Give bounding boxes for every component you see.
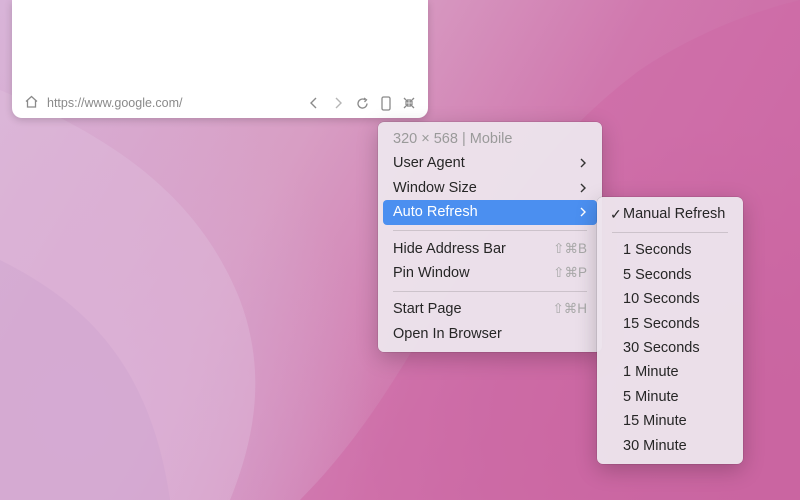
menu-separator [393, 290, 587, 292]
menu-item-hide-address-bar[interactable]: Hide Address Bar ⇧⌘B [383, 237, 597, 261]
chevron-right-icon [579, 176, 587, 200]
menu-item-auto-refresh[interactable]: Auto Refresh [383, 200, 597, 225]
menu-item-label: Hide Address Bar [393, 240, 506, 257]
menu-item-label: Auto Refresh [393, 204, 478, 221]
home-icon[interactable] [24, 94, 39, 112]
submenu-item-manual-refresh[interactable]: ✓ Manual Refresh [602, 202, 738, 226]
menu-item-window-size[interactable]: Window Size [383, 176, 597, 200]
menu-separator [612, 231, 728, 233]
submenu-item-30-minute[interactable]: 30 Minute [602, 434, 738, 458]
submenu-item-30-seconds[interactable]: 30 Seconds [602, 336, 738, 360]
chevron-right-icon [579, 151, 587, 175]
device-icon[interactable] [380, 95, 392, 111]
menu-item-user-agent[interactable]: User Agent [383, 151, 597, 175]
browser-window: https://www.google.com/ [12, 0, 428, 118]
menu-item-label: Manual Refresh [623, 206, 726, 222]
auto-refresh-submenu: ✓ Manual Refresh 1 Seconds 5 Seconds 10 … [597, 197, 743, 464]
url-text[interactable]: https://www.google.com/ [47, 96, 307, 110]
menu-item-label: Start Page [393, 301, 462, 318]
menu-item-label: Open In Browser [393, 325, 502, 342]
menu-item-pin-window[interactable]: Pin Window ⇧⌘P [383, 261, 597, 285]
checkmark-icon: ✓ [610, 206, 622, 222]
chevron-right-icon [579, 200, 587, 224]
collapse-icon[interactable] [402, 96, 416, 110]
menu-item-shortcut: ⇧⌘P [553, 264, 587, 280]
submenu-item-1-seconds[interactable]: 1 Seconds [602, 238, 738, 262]
submenu-item-15-seconds[interactable]: 15 Seconds [602, 312, 738, 336]
menu-item-label: Window Size [393, 179, 477, 196]
submenu-item-15-minute[interactable]: 15 Minute [602, 409, 738, 433]
submenu-item-10-seconds[interactable]: 10 Seconds [602, 287, 738, 311]
menu-item-label: Pin Window [393, 264, 470, 281]
submenu-item-1-minute[interactable]: 1 Minute [602, 360, 738, 384]
reload-icon[interactable] [355, 96, 370, 111]
menu-item-shortcut: ⇧⌘H [552, 301, 587, 317]
menu-item-start-page[interactable]: Start Page ⇧⌘H [383, 297, 597, 321]
menu-header-size: 320 × 568 | Mobile [393, 131, 513, 147]
menu-item-shortcut: ⇧⌘B [553, 240, 587, 256]
menu-item-label: User Agent [393, 155, 465, 172]
menu-item-open-in-browser[interactable]: Open In Browser [383, 322, 597, 346]
address-bar: https://www.google.com/ [12, 88, 428, 118]
context-menu: 320 × 568 | Mobile User Agent Window Siz… [378, 122, 602, 352]
submenu-item-5-seconds[interactable]: 5 Seconds [602, 263, 738, 287]
forward-icon[interactable] [331, 96, 345, 110]
back-icon[interactable] [307, 96, 321, 110]
submenu-item-5-minute[interactable]: 5 Minute [602, 385, 738, 409]
menu-separator [393, 230, 587, 232]
